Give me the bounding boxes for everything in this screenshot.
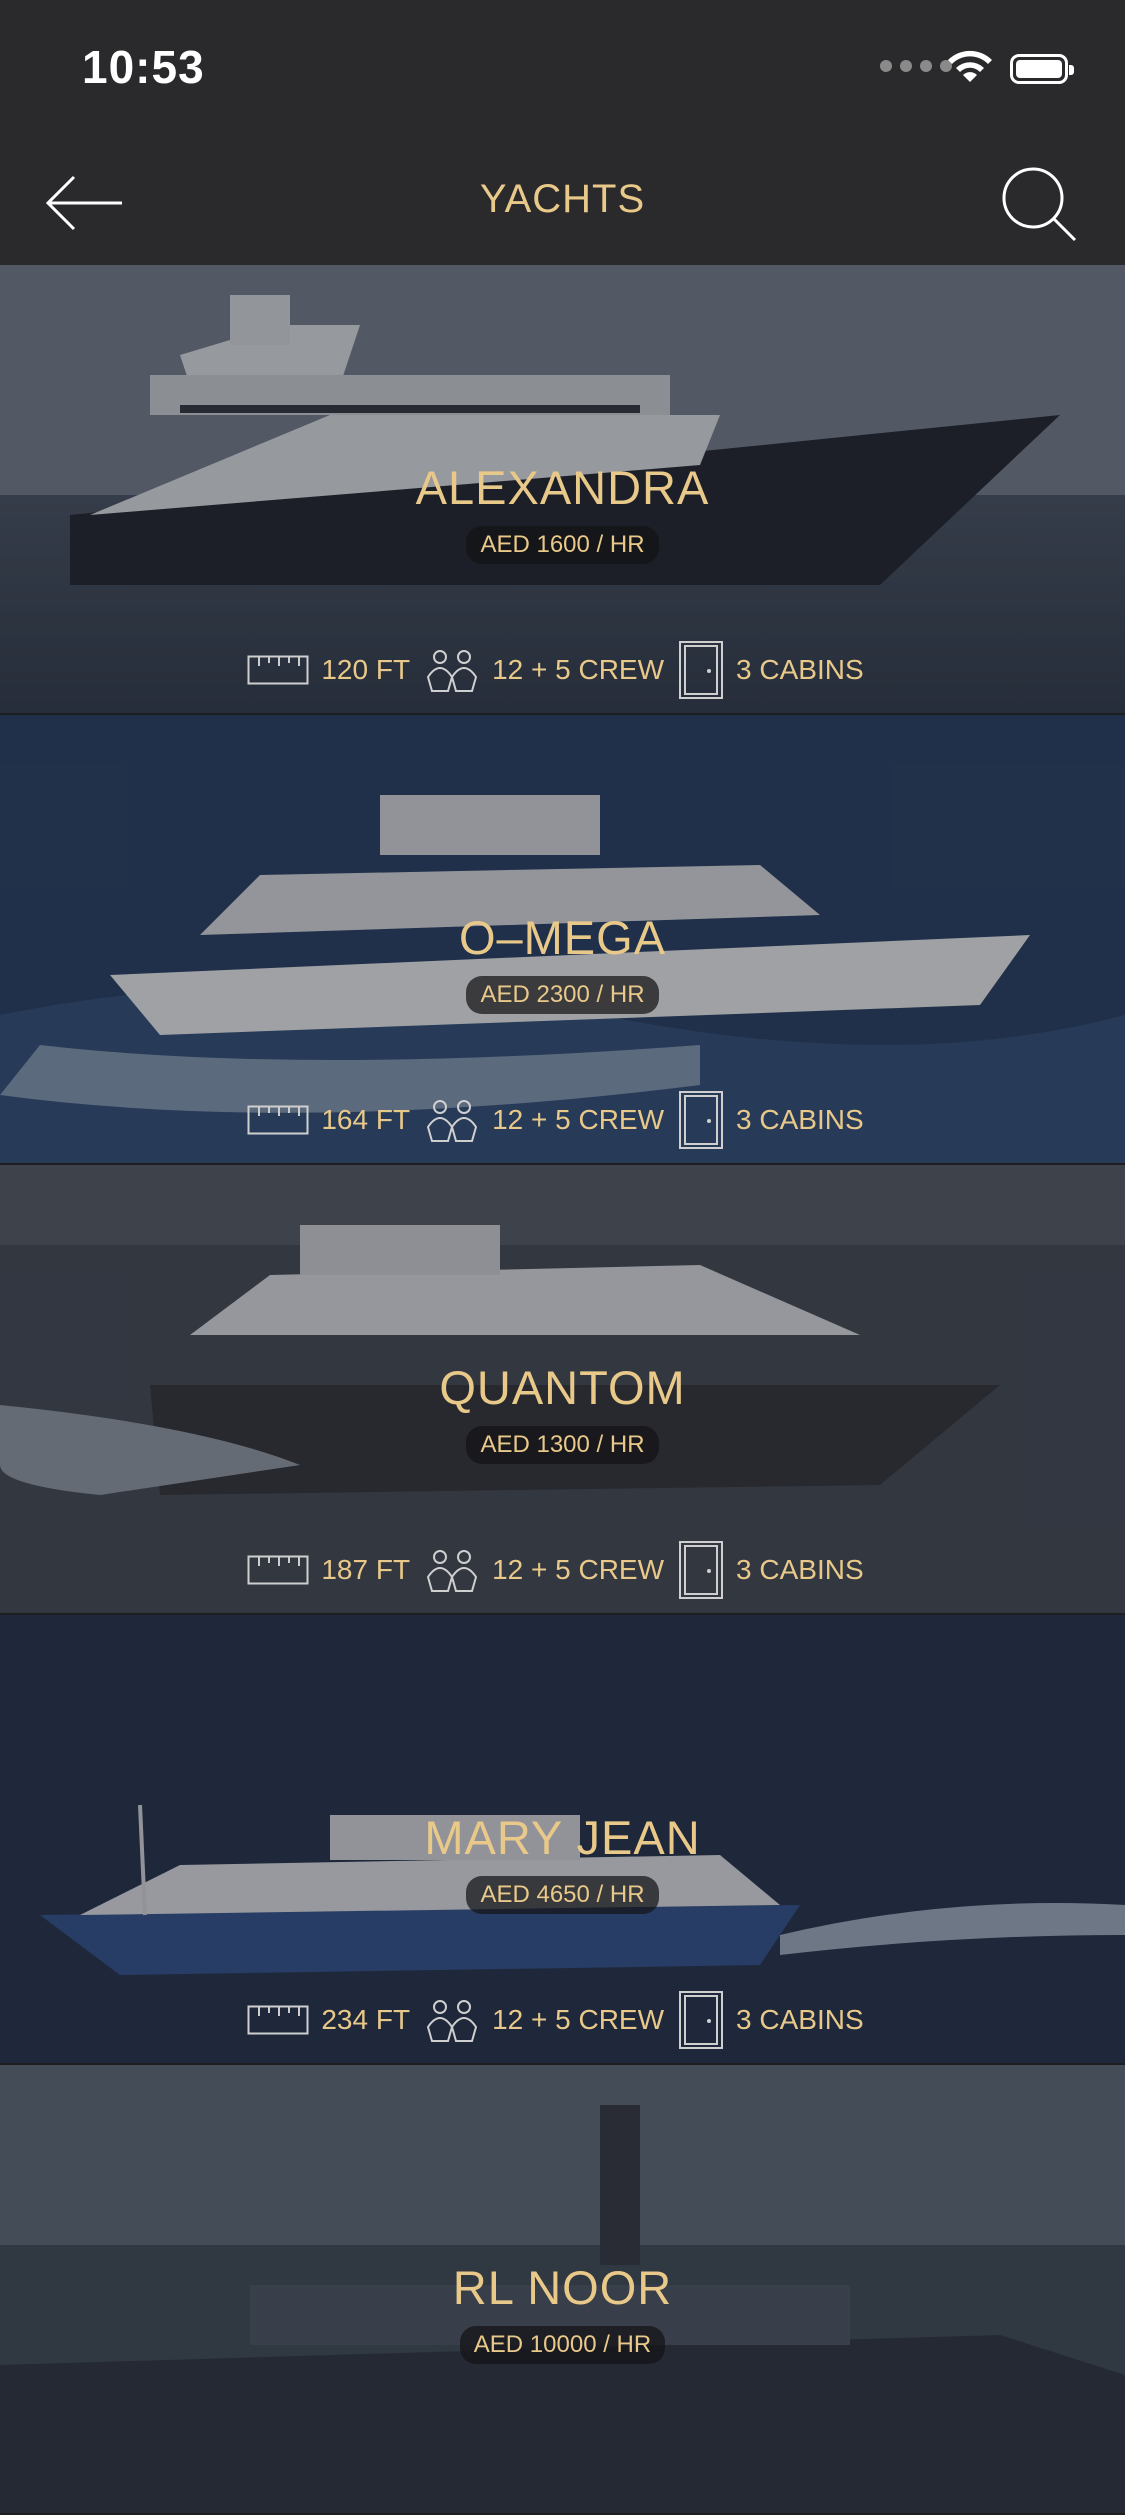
yacht-name: O–MEGA (458, 911, 667, 964)
yacht-specs: 164 FT 12 + 5 CREW 3 CABINS (0, 1090, 1125, 1150)
people-icon (426, 1100, 478, 1142)
yacht-length: 120 FT (321, 654, 411, 685)
ruler-icon (247, 2005, 309, 2035)
yacht-card-o-mega[interactable]: O–MEGA AED 2300 / HR 164 FT 12 + 5 CREW … (0, 715, 1125, 1165)
price-badge: AED 1600 / HR (466, 526, 659, 564)
yacht-card-mary-jean[interactable]: MARY JEAN AED 4650 / HR 234 FT 12 + 5 CR… (0, 1615, 1125, 2065)
yacht-list: ALEXANDRA AED 1600 / HR 120 FT 12 + 5 CR… (0, 265, 1125, 2515)
yacht-length: 234 FT (321, 2004, 411, 2035)
navigation-bar: YACHTS (0, 135, 1125, 265)
people-icon (426, 1550, 478, 1592)
page-title: YACHTS (479, 177, 646, 221)
ruler-icon (247, 1105, 309, 1135)
door-icon (679, 1991, 724, 2049)
yacht-cabins: 3 CABINS (736, 2004, 864, 2035)
status-bar: 10:53 (0, 0, 1125, 135)
yacht-crew: 12 + 5 CREW (492, 2004, 665, 2035)
door-icon (679, 1541, 724, 1599)
search-icon[interactable] (995, 160, 1085, 250)
yacht-card-rl-noor[interactable]: RL NOOR AED 10000 / HR (0, 2065, 1125, 2515)
yacht-card-alexandra[interactable]: ALEXANDRA AED 1600 / HR 120 FT 12 + 5 CR… (0, 265, 1125, 715)
yacht-name: MARY JEAN (424, 1811, 701, 1864)
yacht-name: QUANTOM (439, 1361, 686, 1414)
status-time: 10:53 (82, 41, 205, 93)
people-icon (426, 650, 478, 692)
ruler-icon (247, 655, 309, 685)
yacht-cabins: 3 CABINS (736, 654, 864, 685)
price-badge: AED 4650 / HR (466, 1876, 659, 1914)
yacht-cabins: 3 CABINS (736, 1104, 864, 1135)
yacht-name: ALEXANDRA (415, 461, 710, 514)
yacht-crew: 12 + 5 CREW (492, 654, 665, 685)
price-badge: AED 1300 / HR (466, 1426, 659, 1464)
price-badge: AED 10000 / HR (459, 2326, 666, 2364)
ruler-icon (247, 1555, 309, 1585)
yacht-specs: 234 FT 12 + 5 CREW 3 CABINS (0, 1990, 1125, 2050)
yacht-crew: 12 + 5 CREW (492, 1104, 665, 1135)
cellular-signal-icon (880, 60, 952, 72)
price-badge: AED 2300 / HR (466, 976, 659, 1014)
battery-icon (1010, 54, 1074, 84)
people-icon (426, 2000, 478, 2042)
door-icon (679, 1091, 724, 1149)
yacht-length: 164 FT (321, 1104, 411, 1135)
door-icon (679, 641, 724, 699)
yacht-crew: 12 + 5 CREW (492, 1554, 665, 1585)
yacht-specs: 187 FT 12 + 5 CREW 3 CABINS (0, 1540, 1125, 1600)
yacht-cabins: 3 CABINS (736, 1554, 864, 1585)
yacht-specs: 120 FT 12 + 5 CREW 3 CABINS (0, 640, 1125, 700)
yacht-length: 187 FT (321, 1554, 411, 1585)
yacht-name: RL NOOR (452, 2261, 673, 2314)
wifi-icon (948, 50, 992, 82)
yacht-card-quantom[interactable]: QUANTOM AED 1300 / HR 187 FT 12 + 5 CREW… (0, 1165, 1125, 1615)
